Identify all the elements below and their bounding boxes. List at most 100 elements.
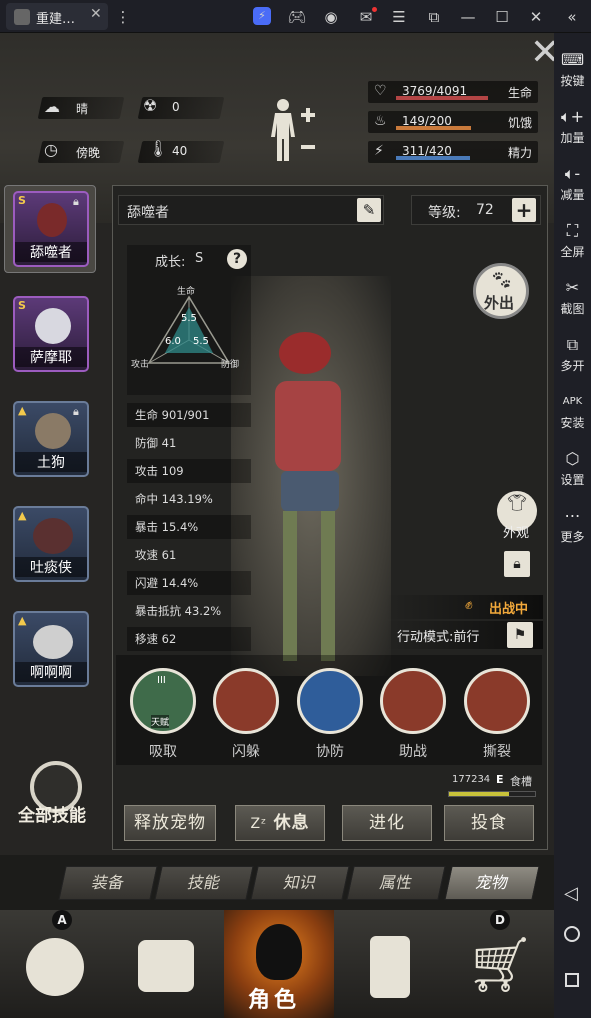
nav-world-map[interactable]: A <box>0 910 110 1018</box>
nav-inventory[interactable] <box>110 910 220 1018</box>
tab-equipment[interactable]: 装备 <box>58 866 158 900</box>
sidebar-item-settings[interactable]: ⬡ 设置 <box>554 437 591 497</box>
volume-down-icon: 🔈︎- <box>564 164 581 183</box>
backpack-icon <box>138 940 194 992</box>
more-icon: ⋯ <box>564 506 581 525</box>
food-grade: E <box>496 773 504 786</box>
nav-character[interactable]: 角色 <box>224 910 334 1018</box>
tab-pets[interactable]: 宠物 <box>444 866 540 900</box>
popout-icon[interactable]: ⧉ <box>423 6 445 28</box>
food-label: 食槽 <box>510 775 532 788</box>
weather-icon: ☁ <box>44 97 60 116</box>
sidebar-item-volume-down[interactable]: 🔈︎- 减量 <box>554 152 591 212</box>
game-tab[interactable]: 重建… ✕ <box>6 3 108 30</box>
nav-shop[interactable]: 🛒︎ D <box>444 910 554 1018</box>
pet-portrait <box>33 625 73 659</box>
boost-icon[interactable]: ⚡ <box>253 7 271 25</box>
skill-label: 协防 <box>316 744 344 760</box>
pet-slot-1[interactable]: S 🔒︎ 舔噬者 <box>13 191 89 267</box>
radar-left-value: 6.0 <box>165 336 181 347</box>
pet-slot-3[interactable]: ▲ 🔒︎ 土狗 <box>13 401 89 477</box>
sidebar-item-keys[interactable]: ⌨ 按键 <box>554 38 591 98</box>
stat-row: 攻击 109 <box>127 459 251 483</box>
scissors-icon: ✂ <box>565 278 580 297</box>
go-out-button[interactable]: 🐾︎ 外出 <box>473 263 529 319</box>
stat-row: 暴击抵抗 43.2% <box>135 604 222 618</box>
tab-close-icon[interactable]: ✕ <box>90 6 102 22</box>
lock-button[interactable]: 🔒︎ <box>504 551 530 577</box>
release-pet-button[interactable]: 释放宠物 <box>124 805 216 841</box>
skill-assist[interactable] <box>380 668 446 734</box>
flag-icon[interactable]: ⚑ <box>507 622 533 648</box>
game-area: ✕ ☁ 晴 ☢ 0 ◷ 傍晚 🌡︎ 40 ♡ 3769/4091 生命 ♨ 14… <box>0 33 554 1018</box>
body <box>275 381 341 471</box>
minimize-icon[interactable]: — <box>457 6 479 28</box>
pet-portrait <box>33 518 73 554</box>
food-count: 177234 <box>452 774 491 785</box>
rest-button[interactable]: Zᶻ 休息 <box>235 805 325 841</box>
level-field: 等级: 72 + <box>411 195 541 225</box>
feed-button[interactable]: 投食 <box>444 805 534 841</box>
radiation-icon: ☢ <box>143 96 158 115</box>
evolve-button[interactable]: 进化 <box>342 805 432 841</box>
stat-row: 攻速 61 <box>135 548 177 562</box>
account-icon[interactable]: ◉ <box>320 6 342 28</box>
tab-menu-icon[interactable]: ⋮ <box>112 6 134 28</box>
stat-row: 命中 143.19% <box>135 492 213 506</box>
stat-row: 闪避 14.4% <box>127 571 251 595</box>
radar-left-label: 攻击 <box>131 360 150 370</box>
weather-value: 晴 <box>76 102 89 116</box>
tab-knowledge[interactable]: 知识 <box>250 866 350 900</box>
stat-row: 移速 62 <box>127 627 251 651</box>
window-titlebar: 重建… ✕ ⋮ ⚡ 🎮︎ ◉ ✉ ☰ ⧉ — ☐ ✕ « <box>0 0 591 33</box>
body-status-icon[interactable] <box>265 97 321 167</box>
energy-label: 精力 <box>508 146 533 160</box>
level-up-button[interactable]: + <box>512 198 536 222</box>
temperature-value: 40 <box>172 144 188 158</box>
settings-icon: ⬡ <box>565 449 580 468</box>
menu-icon[interactable]: ☰ <box>388 6 410 28</box>
stat-row: 生命 901/901 <box>127 403 251 427</box>
skill-guard[interactable] <box>297 668 363 734</box>
radar-right-label: 防御 <box>221 360 240 370</box>
close-icon[interactable]: ✕ <box>525 6 547 28</box>
lock-icon: 🔒︎ <box>73 405 79 418</box>
maximize-icon[interactable]: ☐ <box>491 6 513 28</box>
action-mode[interactable]: 行动模式:前行 ⚑ <box>385 621 543 649</box>
thermometer-icon: 🌡︎ <box>148 139 169 158</box>
pet-artwork <box>231 276 391 676</box>
home-icon[interactable] <box>564 926 580 942</box>
food-fill <box>449 792 510 796</box>
all-skills-label[interactable]: 全部技能 <box>18 801 86 826</box>
gamepad-icon[interactable]: 🎮︎ <box>286 6 308 28</box>
skill-absorb[interactable]: III 天赋 <box>130 668 196 734</box>
sidebar-item-fullscreen[interactable]: ⛶ 全屏 <box>554 209 591 269</box>
sidebar-item-screenshot[interactable]: ✂ 截图 <box>554 266 591 326</box>
skill-tear[interactable] <box>464 668 530 734</box>
pet-slot-2[interactable]: S 萨摩耶 <box>13 296 89 372</box>
nav-radio[interactable] <box>334 910 444 1018</box>
close-panel-icon[interactable]: ✕ <box>530 33 554 73</box>
sidebar-item-install[interactable]: APK 安装 <box>554 380 591 440</box>
pet-slot-4[interactable]: ▲ 吐痰侠 <box>13 506 89 582</box>
growth-radar-box: 成长: S ? 生命 5.5 6.0 5.5 攻击 防御 <box>127 245 251 395</box>
recents-icon[interactable] <box>565 973 579 987</box>
skill-label: 闪躲 <box>232 744 260 760</box>
sidebar-item-multi[interactable]: ⧉ 多开 <box>554 323 591 383</box>
collapse-sidebar-icon[interactable]: « <box>561 6 583 28</box>
deployed-status: ✊︎ 出战中 <box>385 595 543 619</box>
sidebar-item-more[interactable]: ⋯ 更多 <box>554 494 591 554</box>
lock-icon: 🔒︎ <box>73 195 79 208</box>
edit-name-icon[interactable]: ✎ <box>357 198 381 222</box>
time-of-day-value: 傍晚 <box>76 146 101 160</box>
back-icon[interactable]: ◁ <box>564 883 578 904</box>
skill-label: 撕裂 <box>483 744 511 760</box>
fullscreen-icon: ⛶ <box>566 221 579 240</box>
skill-dodge[interactable] <box>213 668 279 734</box>
notification-dot <box>372 7 377 12</box>
sidebar-item-volume-up[interactable]: 🔈︎+ 加量 <box>554 95 591 155</box>
pet-slot-5[interactable]: ▲ 啊啊啊 <box>13 611 89 687</box>
pet-name-field[interactable]: 舔噬者 ✎ <box>118 195 384 225</box>
tab-skills[interactable]: 技能 <box>154 866 254 900</box>
tab-attributes[interactable]: 属性 <box>346 866 446 900</box>
